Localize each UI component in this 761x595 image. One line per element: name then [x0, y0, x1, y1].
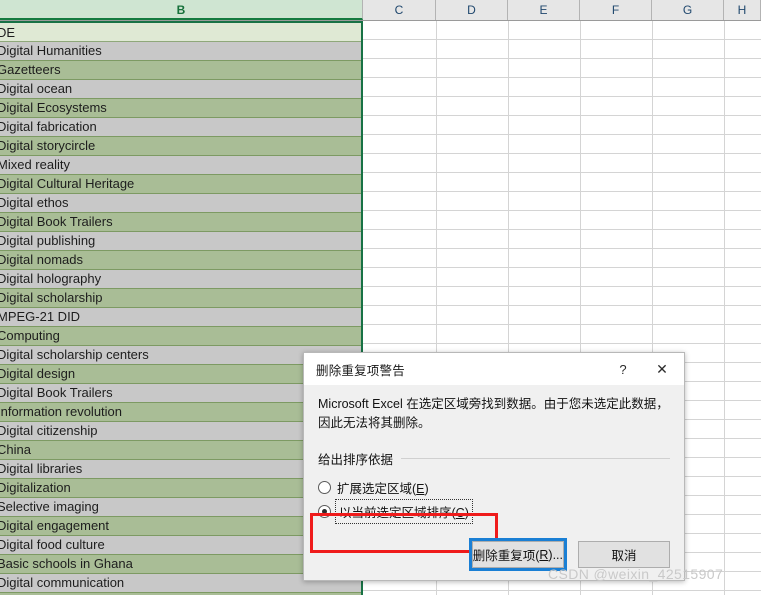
- grid-hline: [363, 172, 761, 173]
- grid-hline: [363, 153, 761, 154]
- column-b-cell[interactable]: Digital Ecosystems: [0, 99, 361, 118]
- column-header-d[interactable]: D: [436, 0, 508, 20]
- radio-button-icon[interactable]: [318, 481, 331, 494]
- column-header-strip: BCDEFGH: [0, 0, 761, 21]
- column-header-c[interactable]: C: [363, 0, 436, 20]
- cell-text: Digital design: [0, 366, 76, 381]
- cell-text: China: [0, 442, 31, 457]
- cell-text: Digital Book Trailers: [0, 385, 113, 400]
- cell-text: Digital Ecosystems: [0, 100, 107, 115]
- grid-hline: [363, 286, 761, 287]
- cell-text: Digital scholarship centers: [0, 347, 149, 362]
- grid-hline: [363, 343, 761, 344]
- column-b-cell[interactable]: Digital nomads: [0, 251, 361, 270]
- grid-hline: [363, 39, 761, 40]
- column-b-cell[interactable]: Digital ocean: [0, 80, 361, 99]
- grid-hline: [363, 590, 761, 591]
- dialog-message: Microsoft Excel 在选定区域旁找到数据。由于您未选定此数据，因此无…: [318, 397, 669, 430]
- cell-text: Digital Cultural Heritage: [0, 176, 135, 191]
- column-header-g[interactable]: G: [652, 0, 724, 20]
- cell-text: Digital fabrication: [0, 119, 97, 134]
- column-b-cell[interactable]: Digital Humanities: [0, 42, 361, 61]
- dialog-button-row: 删除重复项(R)... 取消: [468, 538, 670, 571]
- grid-hline: [363, 96, 761, 97]
- cell-text: Digital ethos: [0, 195, 69, 210]
- column-b-cell[interactable]: Digital publishing: [0, 232, 361, 251]
- dialog-footer: 删除重复项(R)... 取消: [318, 538, 670, 571]
- column-header-h[interactable]: H: [724, 0, 761, 20]
- dialog-body: Microsoft Excel 在选定区域旁找到数据。由于您未选定此数据，因此无…: [304, 385, 684, 582]
- cell-text: Digital engagement: [0, 518, 110, 533]
- help-icon[interactable]: ?: [606, 353, 640, 385]
- sort-basis-group-label: 给出排序依据: [318, 453, 394, 467]
- cell-text: DE: [0, 25, 16, 40]
- radio-option-label: 以当前选定区域排序(C): [335, 499, 473, 524]
- grid-hline: [363, 248, 761, 249]
- grid-hline: [363, 58, 761, 59]
- column-header-b[interactable]: B: [0, 0, 363, 20]
- sort-basis-group: 给出排序依据: [318, 449, 670, 468]
- column-b-cell[interactable]: Digital Book Trailers: [0, 213, 361, 232]
- grid-hline: [363, 115, 761, 116]
- cell-text: Digital ocean: [0, 81, 73, 96]
- cell-text: Digital libraries: [0, 461, 83, 476]
- cell-text: Selective imaging: [0, 499, 99, 514]
- cell-text: Digital Humanities: [0, 43, 102, 58]
- column-b-cell[interactable]: Digital fabrication: [0, 118, 361, 137]
- dialog-titlebar: 删除重复项警告 ? ✕: [304, 353, 684, 385]
- group-divider: [401, 458, 670, 459]
- remove-duplicates-button[interactable]: 删除重复项(R)...: [468, 538, 568, 571]
- column-b-cell[interactable]: Digital Cultural Heritage: [0, 175, 361, 194]
- cell-text: Digitalization: [0, 480, 71, 495]
- radio-option-sort-current-selection[interactable]: 以当前选定区域排序(C): [318, 499, 670, 524]
- cell-text: Digital communication: [0, 575, 125, 590]
- column-b-cell[interactable]: Gazetteers: [0, 61, 361, 80]
- cancel-button[interactable]: 取消: [578, 541, 670, 568]
- grid-hline: [363, 229, 761, 230]
- column-b-cell[interactable]: Digital scholarship: [0, 289, 361, 308]
- column-header-e[interactable]: E: [508, 0, 580, 20]
- column-b-cell[interactable]: Digital holography: [0, 270, 361, 289]
- grid-vline: [724, 21, 725, 595]
- column-b-cell[interactable]: MPEG-21 DID: [0, 308, 361, 327]
- column-b-cell[interactable]: Computing: [0, 327, 361, 346]
- column-b-header-cell[interactable]: DE: [0, 21, 361, 42]
- grid-hline: [363, 305, 761, 306]
- grid-hline: [363, 134, 761, 135]
- radio-button-icon[interactable]: [318, 505, 331, 518]
- grid-hline: [363, 77, 761, 78]
- column-b-cell[interactable]: Mixed reality: [0, 156, 361, 175]
- cell-text: Digital food culture: [0, 537, 105, 552]
- cell-text: Gazetteers: [0, 62, 61, 77]
- grid-hline: [363, 210, 761, 211]
- cell-text: Information revolution: [0, 404, 123, 419]
- cell-text: Basic schools in Ghana: [0, 556, 133, 571]
- column-b-cell[interactable]: Digital storycircle: [0, 137, 361, 156]
- cell-text: Digital holography: [0, 271, 102, 286]
- cell-text: Computing: [0, 328, 60, 343]
- dialog-titlebar-buttons: ? ✕: [606, 353, 684, 385]
- radio-option-expand-selection[interactable]: 扩展选定区域(E): [318, 479, 670, 496]
- grid-hline: [363, 267, 761, 268]
- column-header-f[interactable]: F: [580, 0, 652, 20]
- column-b-cell[interactable]: Digital ethos: [0, 194, 361, 213]
- cell-text: Digital nomads: [0, 252, 83, 267]
- radio-group: 扩展选定区域(E) 以当前选定区域排序(C): [318, 479, 670, 524]
- cell-text: Digital storycircle: [0, 138, 96, 153]
- dialog-title: 删除重复项警告: [316, 363, 405, 378]
- cell-text: Digital Book Trailers: [0, 214, 113, 229]
- cell-text: Digital scholarship: [0, 290, 103, 305]
- excel-worksheet-screen: BCDEFGH DEDigital HumanitiesGazetteersDi…: [0, 0, 761, 595]
- grid-hline: [363, 324, 761, 325]
- cell-text: Digital publishing: [0, 233, 96, 248]
- grid-hline: [363, 191, 761, 192]
- radio-option-label: 扩展选定区域(E): [337, 482, 429, 496]
- cell-text: Mixed reality: [0, 157, 70, 172]
- cell-text: MPEG-21 DID: [0, 309, 81, 324]
- cell-text: Digital citizenship: [0, 423, 98, 438]
- remove-duplicates-warning-dialog: 删除重复项警告 ? ✕ Microsoft Excel 在选定区域旁找到数据。由…: [303, 352, 685, 581]
- close-icon[interactable]: ✕: [640, 353, 684, 385]
